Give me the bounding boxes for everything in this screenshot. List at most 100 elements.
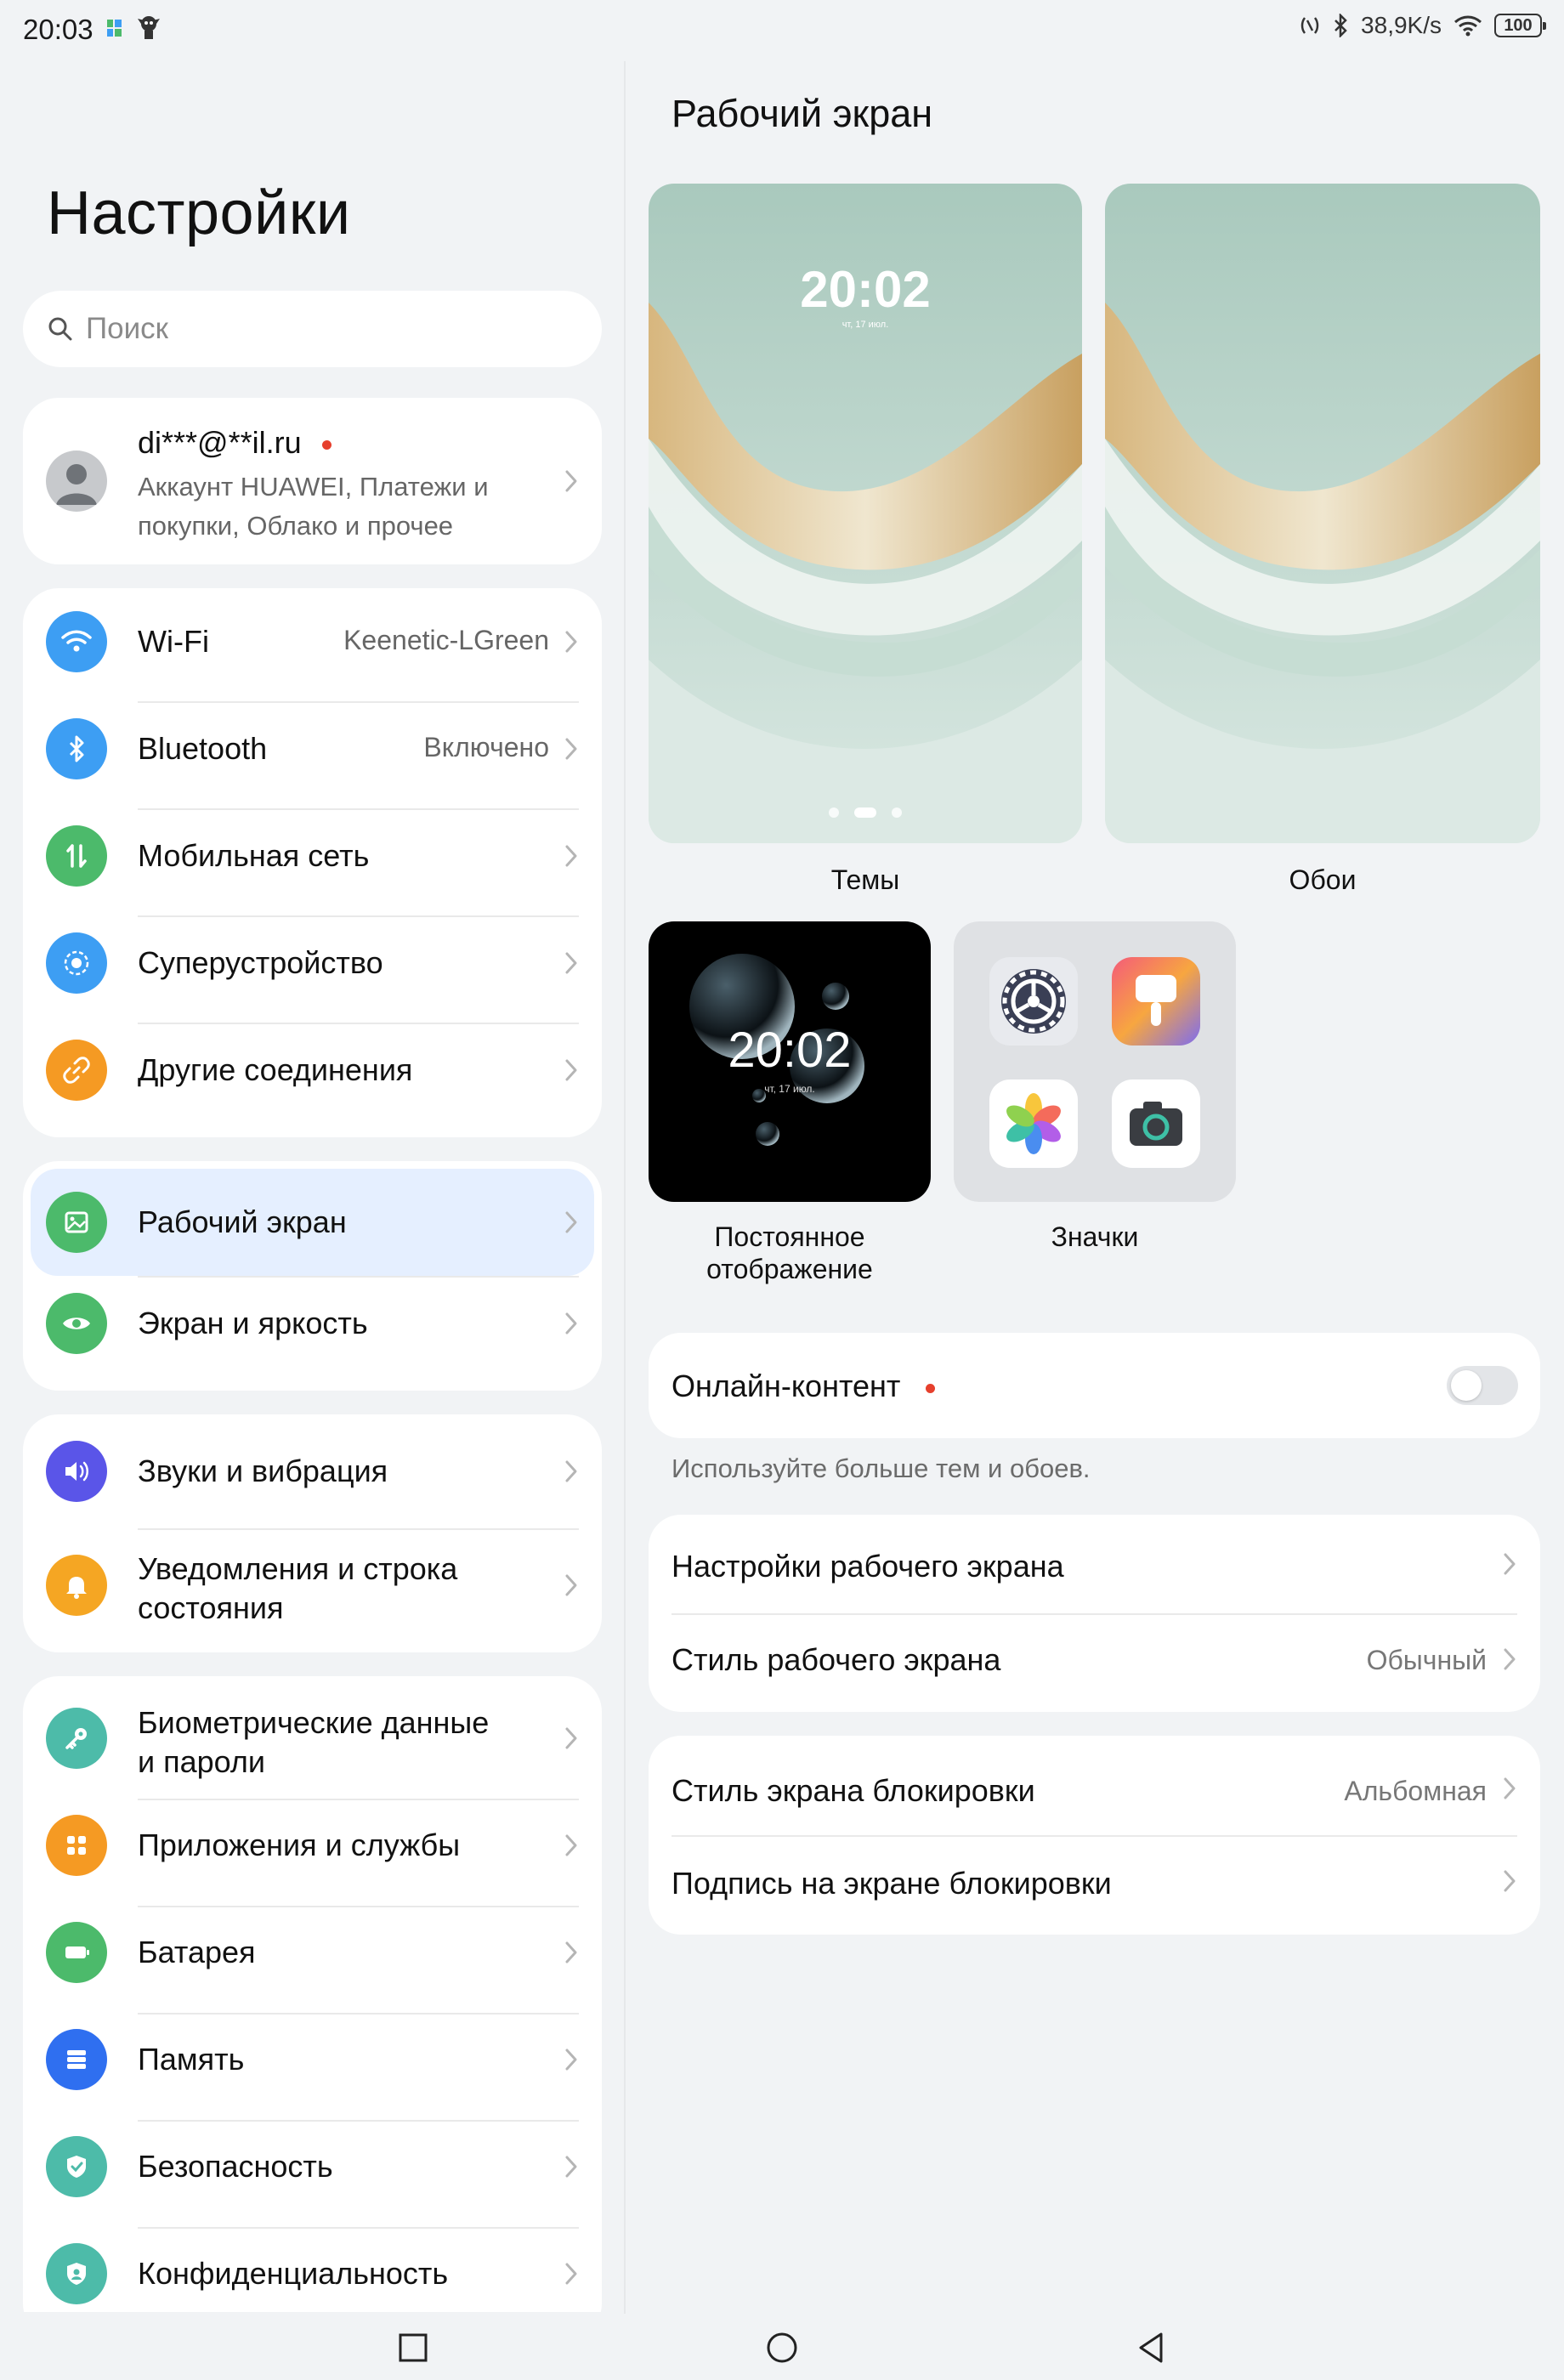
- settings-item-privacy[interactable]: Конфиденциальность: [23, 2228, 602, 2312]
- notification-dot: [321, 439, 332, 450]
- chevron-right-icon: [564, 1726, 578, 1750]
- wallpapers-thumbnail[interactable]: [1105, 184, 1540, 843]
- search-input[interactable]: Поиск: [23, 291, 602, 367]
- bluetooth-status-icon: [1332, 14, 1349, 37]
- themes-thumbnail[interactable]: 20:02 чт, 17 июл.: [649, 184, 1082, 843]
- sound-card: Звуки и вибрация Уведомления и строка со…: [23, 1414, 602, 1652]
- settings-item-label: Bluetooth: [138, 731, 268, 766]
- bluetooth-icon: [46, 718, 107, 779]
- detail-title: Рабочий экран: [672, 92, 933, 135]
- chevron-right-icon: [1503, 1647, 1516, 1671]
- display-card: Рабочий экран Экран и яркость: [23, 1161, 602, 1391]
- apps-icon: [46, 1815, 107, 1876]
- lock-screen-signature-row[interactable]: Подпись на экране блокировки: [649, 1835, 1540, 1935]
- row-label: Подпись на экране блокировки: [672, 1866, 1112, 1901]
- settings-item-biometrics[interactable]: Биометрические данные и пароли: [23, 1676, 602, 1799]
- icons-thumbnail[interactable]: [954, 921, 1236, 1202]
- eye-icon: [46, 1293, 107, 1354]
- search-placeholder: Поиск: [86, 312, 168, 345]
- aod-label: Постоянное отображение: [706, 1221, 873, 1284]
- settings-item-super-device[interactable]: Суперустройство: [23, 916, 602, 1023]
- page-title: Настройки: [47, 179, 351, 247]
- online-content-label: Онлайн-контент: [672, 1368, 901, 1403]
- account-email: di***@**il.ru: [138, 425, 302, 460]
- settings-item-mobile-network[interactable]: Мобильная сеть: [23, 809, 602, 916]
- search-icon: [47, 315, 74, 343]
- account-subtitle: Аккаунт HUAWEI, Платежи и покупки, Облак…: [138, 472, 489, 541]
- settings-item-label: Рабочий экран: [138, 1204, 347, 1239]
- link-icon: [46, 1040, 107, 1101]
- chevron-right-icon: [564, 1941, 578, 1964]
- settings-item-apps[interactable]: Приложения и службы: [23, 1799, 602, 1907]
- settings-item-label: Батарея: [138, 1935, 256, 1969]
- settings-item-security[interactable]: Безопасность: [23, 2121, 602, 2228]
- aod-thumbnail[interactable]: 20:02 чт, 17 июл.: [649, 921, 931, 1202]
- settings-app-icon: [989, 957, 1078, 1046]
- settings-item-value: Включено: [423, 732, 549, 762]
- settings-item-label: Мобильная сеть: [138, 838, 370, 873]
- chevron-right-icon: [564, 2155, 578, 2179]
- pane-divider: [624, 61, 626, 2314]
- row-value: Обычный: [1366, 1645, 1487, 1675]
- chevron-right-icon: [1503, 1869, 1516, 1893]
- themes-app-icon: [1112, 957, 1200, 1046]
- theme-date: чт, 17 июл.: [842, 320, 889, 330]
- settings-item-label: Другие соединения: [138, 1052, 413, 1087]
- wifi-status-icon: [1454, 14, 1482, 37]
- settings-item-notifications[interactable]: Уведомления и строка состояния: [23, 1529, 602, 1652]
- settings-item-sound[interactable]: Звуки и вибрация: [23, 1414, 602, 1528]
- account-card[interactable]: di***@**il.ru Аккаунт HUAWEI, Платежи и …: [23, 398, 602, 564]
- wifi-icon: [46, 611, 107, 672]
- settings-item-display-brightness[interactable]: Экран и яркость: [23, 1277, 602, 1384]
- home-screen-style-row[interactable]: Стиль рабочего экрана Обычный: [649, 1613, 1540, 1712]
- aod-date: чт, 17 июл.: [764, 1083, 815, 1095]
- chevron-right-icon: [564, 951, 578, 975]
- row-label: Настройки рабочего экрана: [672, 1549, 1064, 1584]
- settings-item-label: Уведомления и строка состояния: [138, 1551, 458, 1625]
- chevron-right-icon: [564, 2262, 578, 2286]
- home-screen-icon: [46, 1192, 107, 1253]
- back-button[interactable]: [1136, 2331, 1166, 2365]
- avatar: [46, 450, 107, 512]
- battery-status: 100: [1494, 14, 1546, 37]
- theme-clock: 20:02: [800, 261, 931, 318]
- battery-icon: [46, 1922, 107, 1983]
- network-speed: 38,9K/s: [1361, 12, 1442, 38]
- row-label: Стиль экрана блокировки: [672, 1773, 1035, 1808]
- home-screen-settings-row[interactable]: Настройки рабочего экрана: [649, 1515, 1540, 1613]
- settings-item-label: Приложения и службы: [138, 1828, 461, 1862]
- super-device-icon: [46, 932, 107, 994]
- settings-item-storage[interactable]: Память: [23, 2014, 602, 2121]
- settings-item-label: Конфиденциальность: [138, 2256, 449, 2291]
- system-card: Биометрические данные и пароли Приложени…: [23, 1676, 602, 2312]
- icons-label: Значки: [1051, 1221, 1139, 1252]
- chevron-right-icon: [564, 1210, 578, 1234]
- settings-item-battery[interactable]: Батарея: [23, 1907, 602, 2014]
- settings-item-label: Безопасность: [138, 2149, 333, 2184]
- settings-item-home-screen[interactable]: Рабочий экран: [23, 1169, 602, 1276]
- camera-app-icon: [1112, 1080, 1200, 1168]
- chevron-right-icon: [564, 737, 578, 761]
- settings-item-bluetooth[interactable]: Bluetooth Включено: [23, 702, 602, 809]
- online-content-note: Используйте больше тем и обоев.: [672, 1454, 1091, 1483]
- chevron-right-icon: [564, 2048, 578, 2071]
- chevron-right-icon: [564, 630, 578, 654]
- storage-icon: [46, 2029, 107, 2090]
- mobile-network-icon: [46, 825, 107, 887]
- wallpapers-label: Обои: [1289, 864, 1357, 895]
- aod-clock: 20:02: [728, 1023, 852, 1078]
- recents-button[interactable]: [398, 2332, 428, 2363]
- online-content-toggle[interactable]: [1447, 1366, 1518, 1405]
- home-settings-card: Настройки рабочего экрана Стиль рабочего…: [649, 1515, 1540, 1712]
- settings-item-label: Память: [138, 2042, 245, 2077]
- online-content-row[interactable]: Онлайн-контент: [649, 1333, 1540, 1438]
- settings-item-other-connections[interactable]: Другие соединения: [23, 1023, 602, 1130]
- lock-screen-style-row[interactable]: Стиль экрана блокировки Альбомная: [649, 1736, 1540, 1835]
- settings-item-wifi[interactable]: Wi-Fi Keenetic-LGreen: [23, 588, 602, 695]
- chevron-right-icon: [1503, 1552, 1516, 1576]
- notification-dot: [926, 1383, 936, 1393]
- home-button[interactable]: [765, 2331, 799, 2365]
- navigation-bar: [0, 2314, 1564, 2380]
- chevron-right-icon: [564, 469, 578, 493]
- shield-check-icon: [46, 2136, 107, 2197]
